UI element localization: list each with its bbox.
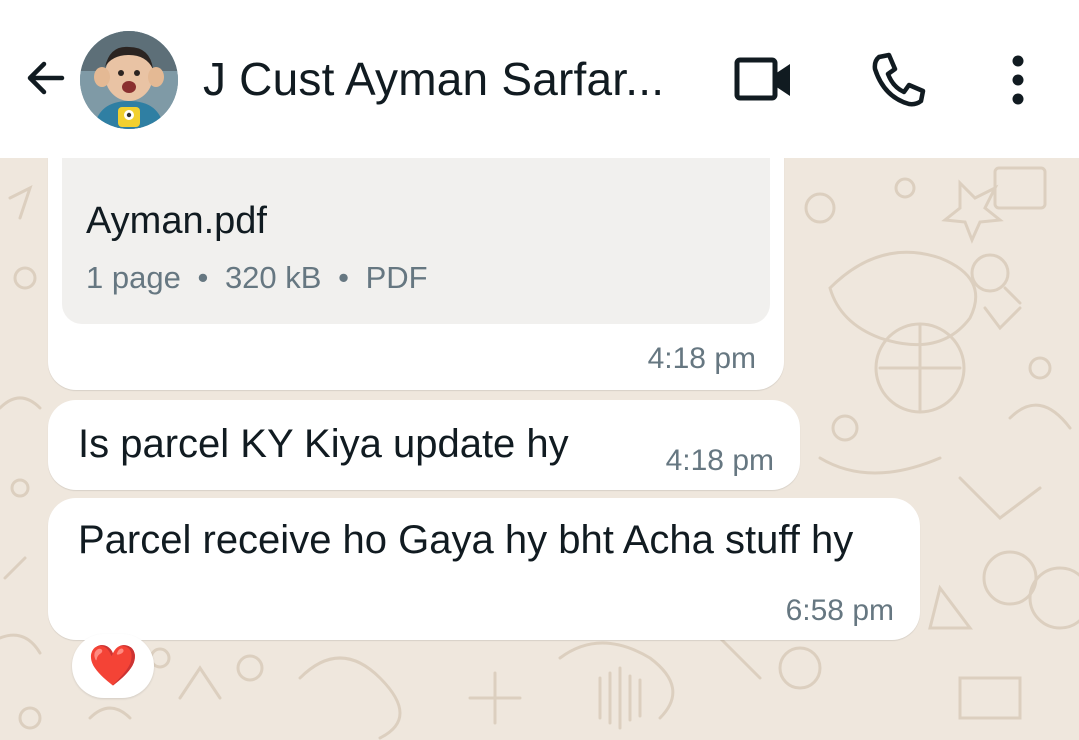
more-options-button[interactable] [992, 48, 1044, 110]
more-vertical-icon [1012, 55, 1024, 105]
message-timestamp: 4:18 pm [665, 444, 774, 477]
message-reaction[interactable]: ❤️ [72, 634, 154, 698]
message-text: Is parcel KY Kiya update hy [78, 422, 569, 466]
document-type: PDF [365, 260, 428, 295]
contact-name[interactable]: J Cust Ayman Sarfar... [203, 52, 664, 106]
video-call-button[interactable] [728, 50, 800, 110]
document-attachment-card[interactable]: Ayman.pdf 1 page • 320 kB • PDF [62, 158, 770, 324]
meta-separator: • [197, 260, 209, 295]
chat-header: J Cust Ayman Sarfar... [0, 0, 1079, 158]
heart-icon: ❤️ [88, 643, 138, 689]
voice-call-button[interactable] [866, 48, 932, 110]
back-button[interactable] [20, 52, 72, 104]
message-bubble[interactable]: Parcel receive ho Gaya hy bht Acha stuff… [48, 498, 920, 640]
meta-separator: • [338, 260, 349, 295]
phone-icon [872, 52, 926, 107]
video-camera-icon [734, 57, 790, 101]
avatar[interactable] [80, 31, 178, 129]
message-timestamp: 4:18 pm [647, 342, 756, 375]
message-bubble[interactable]: Is parcel KY Kiya update hy 4:18 pm [48, 400, 800, 490]
document-size: 320 kB [224, 260, 322, 295]
arrow-left-icon [27, 61, 65, 95]
contact-avatar-image [80, 31, 178, 129]
message-text: Parcel receive ho Gaya hy bht Acha stuff… [78, 518, 854, 562]
chat-area[interactable]: Ayman.pdf 1 page • 320 kB • PDF 4:18 pm … [0, 158, 1079, 740]
document-pages: 1 page [86, 260, 181, 295]
document-message-bubble[interactable]: Ayman.pdf 1 page • 320 kB • PDF 4:18 pm [48, 158, 784, 390]
message-timestamp: 6:58 pm [785, 594, 894, 627]
document-meta: 1 page • 320 kB • PDF [86, 260, 428, 296]
document-file-name: Ayman.pdf [86, 200, 267, 242]
